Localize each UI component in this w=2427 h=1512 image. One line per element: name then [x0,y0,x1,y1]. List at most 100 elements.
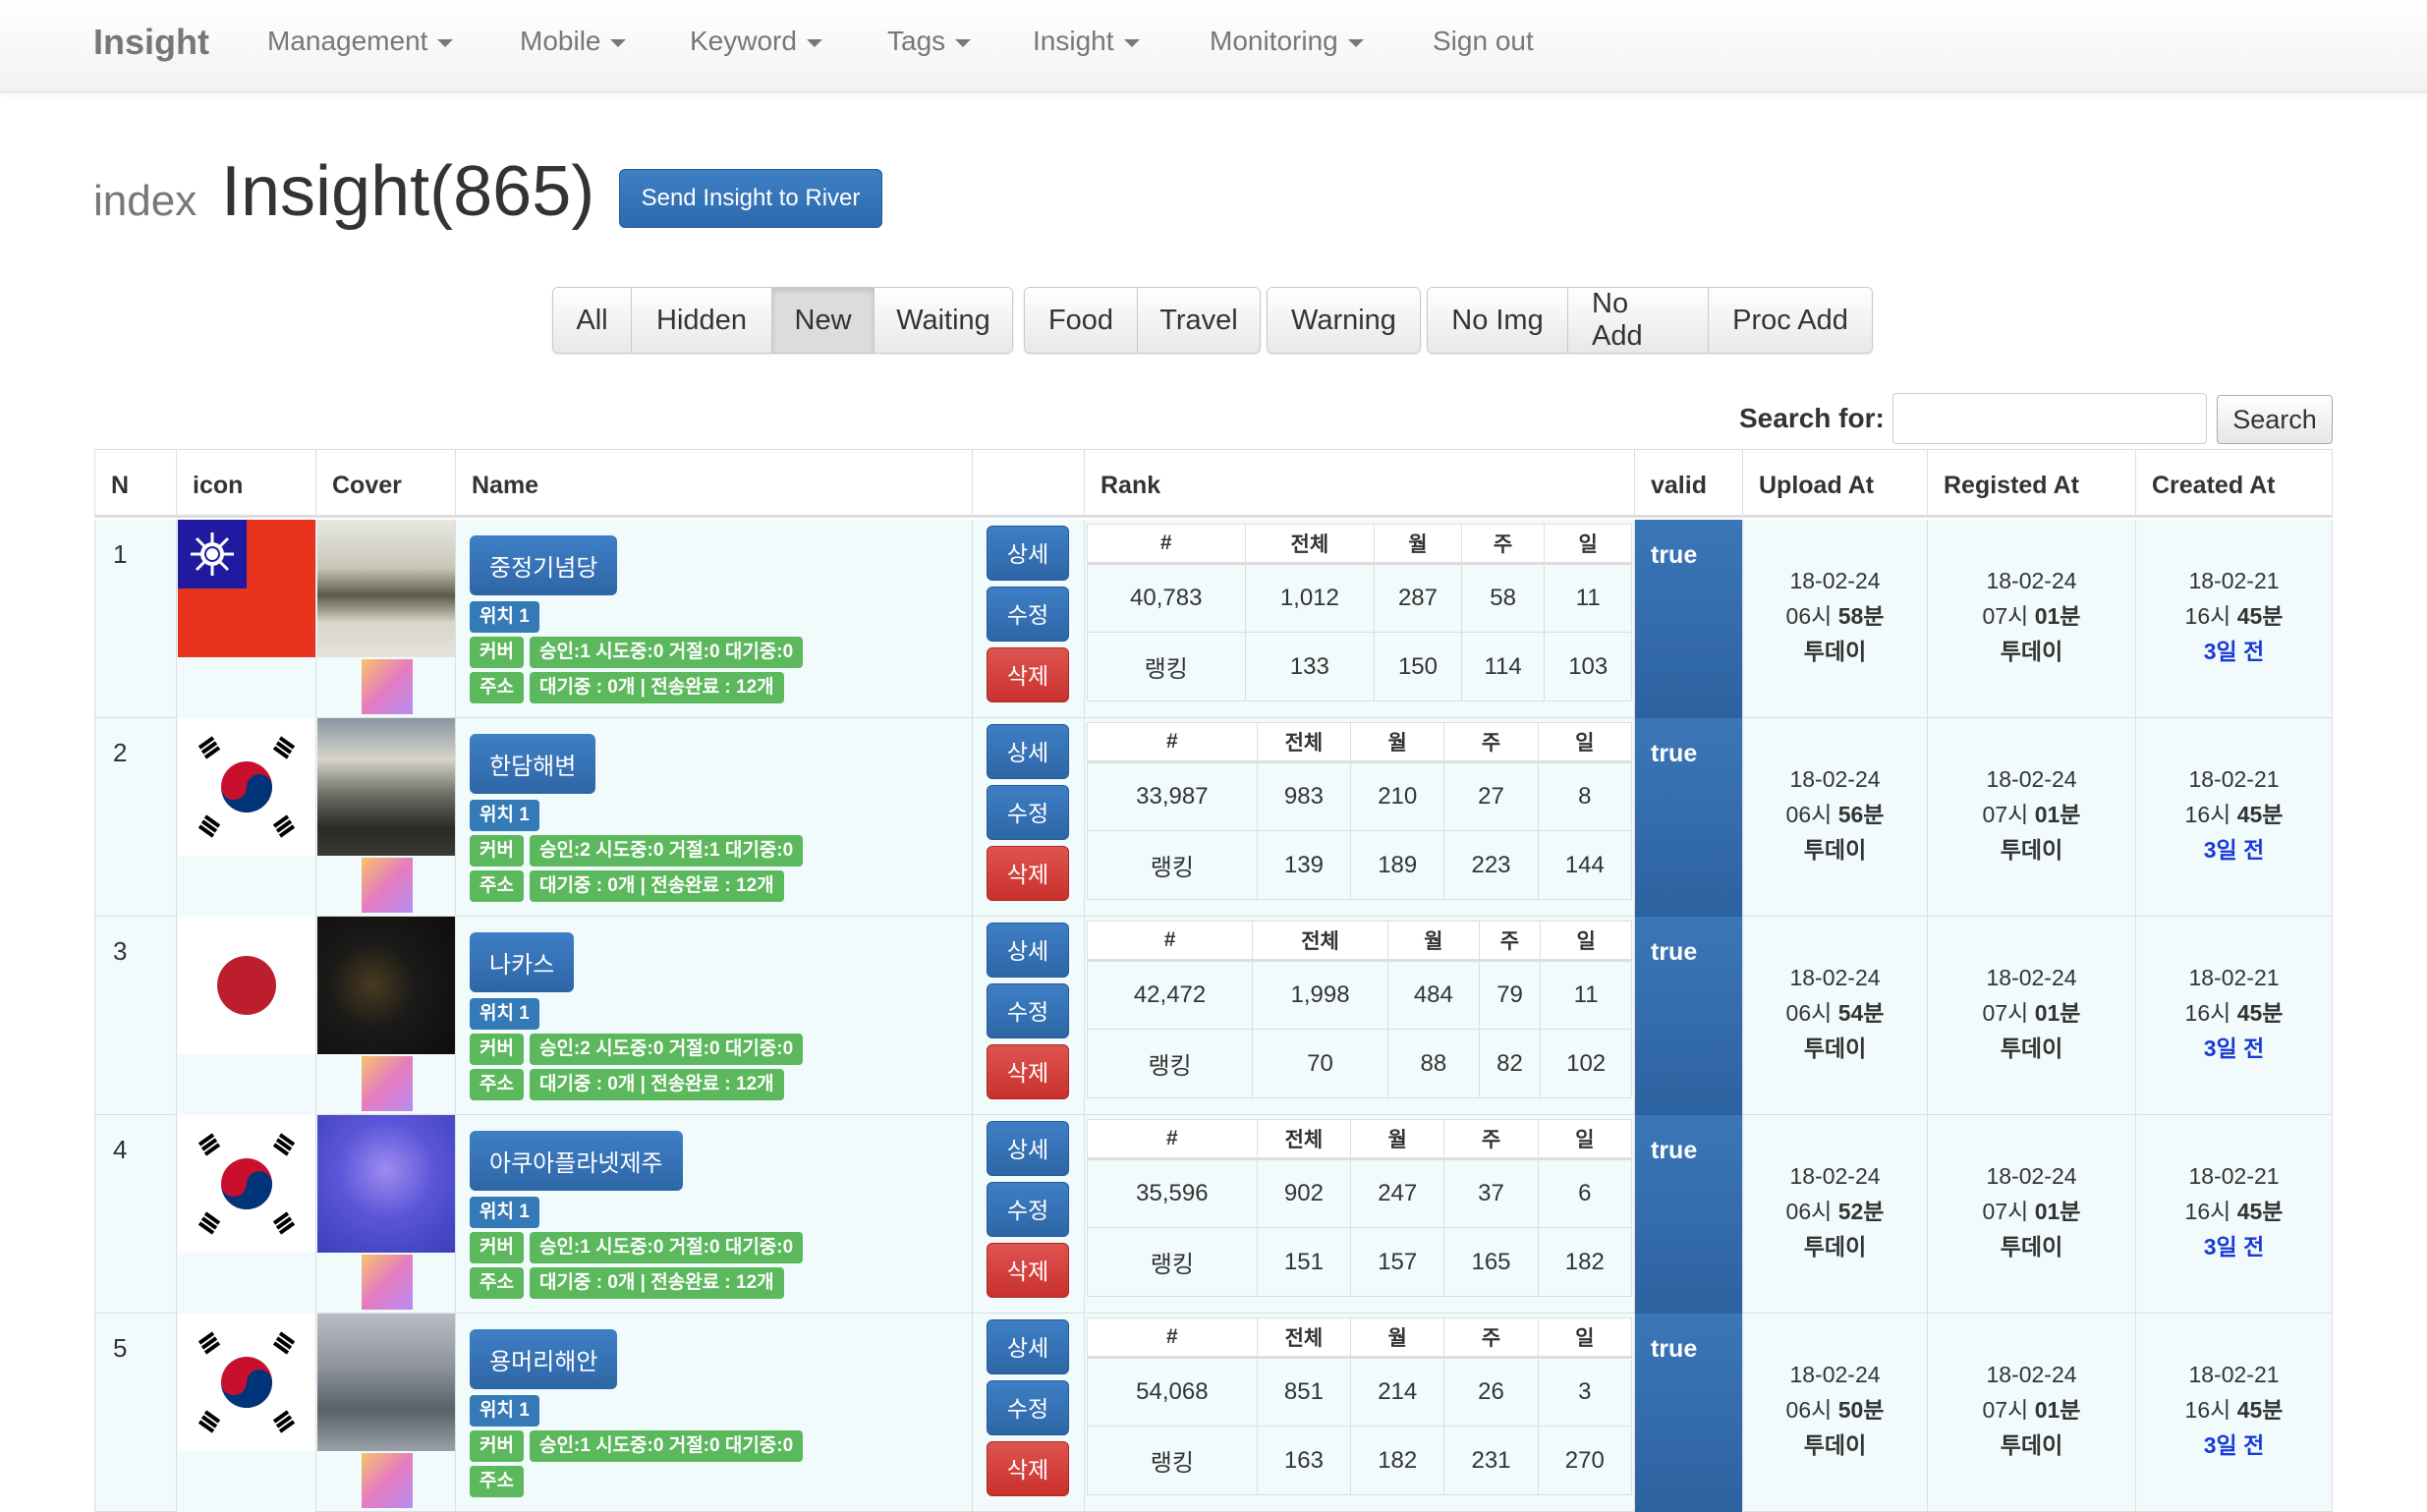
filter-no-img-button[interactable]: No Img [1428,288,1568,353]
upload-hour: 06시 [1785,802,1833,827]
upload-hour: 06시 [1785,1199,1833,1224]
edit-button[interactable]: 수정 [987,587,1069,642]
registed-hour: 07시 [1982,1000,2029,1026]
search-button[interactable]: Search [2217,395,2333,444]
registed-date: 18-02-24 [1986,1362,2077,1387]
created-ago-link[interactable]: 3일 전 [2136,1229,2332,1264]
cover-image[interactable] [317,1115,455,1253]
edit-button[interactable]: 수정 [987,983,1069,1038]
caret-down-icon [806,38,822,47]
filter-new-button[interactable]: New [772,288,875,353]
nav-keyword[interactable]: Keyword [690,26,822,57]
filter-food-button[interactable]: Food [1025,288,1138,353]
detail-button[interactable]: 상세 [987,724,1069,779]
created-ago-link[interactable]: 3일 전 [2136,634,2332,669]
row-number: 1 [94,520,177,718]
rank-header: 월 [1386,921,1480,962]
column-header-n[interactable]: N [94,449,177,518]
send-to-river-button[interactable]: Send Insight to River [619,169,882,228]
edit-button[interactable]: 수정 [987,785,1069,840]
position-label: 위치 1 [470,998,539,1030]
registed-tag: 투데이 [2000,1234,2063,1260]
cover-image[interactable] [317,718,455,856]
filter-no-add-button[interactable]: No Add [1568,288,1709,353]
rank-cell: # 전체 월 주 일 35,596 902 247 37 6 랭킹 151 157 165 182 [1085,1115,1635,1314]
count-value: 3 [1537,1357,1633,1427]
created-ago-link[interactable]: 3일 전 [2136,1031,2332,1066]
column-header-cover[interactable]: Cover [316,449,456,518]
nav-tags[interactable]: Tags [887,26,972,57]
cover-image[interactable] [317,520,455,657]
cover-image[interactable] [317,1314,455,1451]
nav-sign-out[interactable]: Sign out [1433,26,1534,57]
rank-header: 일 [1540,921,1632,962]
rank-table: # 전체 월 주 일 54,068 851 214 26 3 랭킹 163 182 231 270 [1087,1317,1633,1495]
nav-management[interactable]: Management [267,26,454,57]
delete-button[interactable]: 삭제 [987,1441,1069,1496]
place-name-badge[interactable]: 중정기념당 [470,535,618,595]
cover-thumbnail[interactable] [362,1255,413,1310]
filter-group-status: All Hidden New Waiting [552,287,1013,354]
rank-header: 월 [1350,1119,1445,1160]
registed-min: 01분 [2034,802,2081,827]
place-name-badge[interactable]: 아쿠아플라넷제주 [470,1131,683,1191]
column-header-name[interactable]: Name [456,449,973,518]
column-header-icon[interactable]: icon [177,449,316,518]
rank-header: 일 [1537,1119,1633,1160]
upload-tag: 투데이 [1803,1234,1867,1260]
place-name-badge[interactable]: 한담해변 [470,734,596,794]
registed-min: 01분 [2034,1199,2081,1224]
page-subtitle: index [93,177,198,225]
rank-header: 월 [1374,524,1462,565]
column-header-created-at[interactable]: Created At [2136,449,2333,518]
column-header-upload-at[interactable]: Upload At [1743,449,1928,518]
cover-thumbnail[interactable] [362,1453,413,1508]
nav-mobile[interactable]: Mobile [520,26,627,57]
korea-flag-icon [178,1314,315,1451]
detail-button[interactable]: 상세 [987,923,1069,978]
filter-all-button[interactable]: All [553,288,632,353]
edit-button[interactable]: 수정 [987,1182,1069,1237]
delete-button[interactable]: 삭제 [987,846,1069,901]
nav-monitoring[interactable]: Monitoring [1210,26,1364,57]
count-value: 484 [1386,960,1480,1030]
cover-cell [316,917,456,1115]
filter-waiting-button[interactable]: Waiting [875,288,1012,353]
filter-warning-button[interactable]: Warning [1268,288,1420,353]
delete-button[interactable]: 삭제 [987,647,1069,702]
filter-proc-add-button[interactable]: Proc Add [1709,288,1872,353]
filter-hidden-button[interactable]: Hidden [632,288,772,353]
created-ago-link[interactable]: 3일 전 [2136,1428,2332,1463]
delete-button[interactable]: 삭제 [987,1243,1069,1298]
detail-button[interactable]: 상세 [987,1121,1069,1176]
column-header-valid[interactable]: valid [1635,449,1743,518]
edit-button[interactable]: 수정 [987,1380,1069,1435]
place-name-badge[interactable]: 나카스 [470,932,575,992]
rank-value: 165 [1443,1227,1539,1297]
detail-button[interactable]: 상세 [987,526,1069,581]
search-input[interactable] [1892,393,2207,444]
filter-group-process: No Img No Add Proc Add [1427,287,1873,354]
delete-button[interactable]: 삭제 [987,1044,1069,1099]
rank-header: 주 [1460,524,1546,565]
column-header-registed-at[interactable]: Registed At [1928,449,2136,518]
cover-image[interactable] [317,917,455,1054]
cover-thumbnail[interactable] [362,659,413,714]
caret-down-icon [610,38,627,47]
cover-thumbnail[interactable] [362,1056,413,1111]
column-header-rank[interactable]: Rank [1085,449,1635,518]
row-number: 5 [94,1314,177,1512]
detail-button[interactable]: 상세 [987,1319,1069,1374]
rank-row-label: 랭킹 [1087,632,1246,701]
cover-thumbnail[interactable] [362,858,413,913]
place-name-badge[interactable]: 용머리해안 [470,1329,618,1389]
count-value: 33,987 [1087,761,1258,831]
brand-logo[interactable]: Insight [93,22,209,63]
count-value: 11 [1544,563,1632,633]
nav-insight[interactable]: Insight [1033,26,1140,57]
filter-group-category: Food Travel [1024,287,1261,354]
filter-travel-button[interactable]: Travel [1138,288,1260,353]
created-ago-link[interactable]: 3일 전 [2136,832,2332,868]
upload-date: 18-02-24 [1789,1163,1881,1189]
count-value: 40,783 [1087,563,1246,633]
